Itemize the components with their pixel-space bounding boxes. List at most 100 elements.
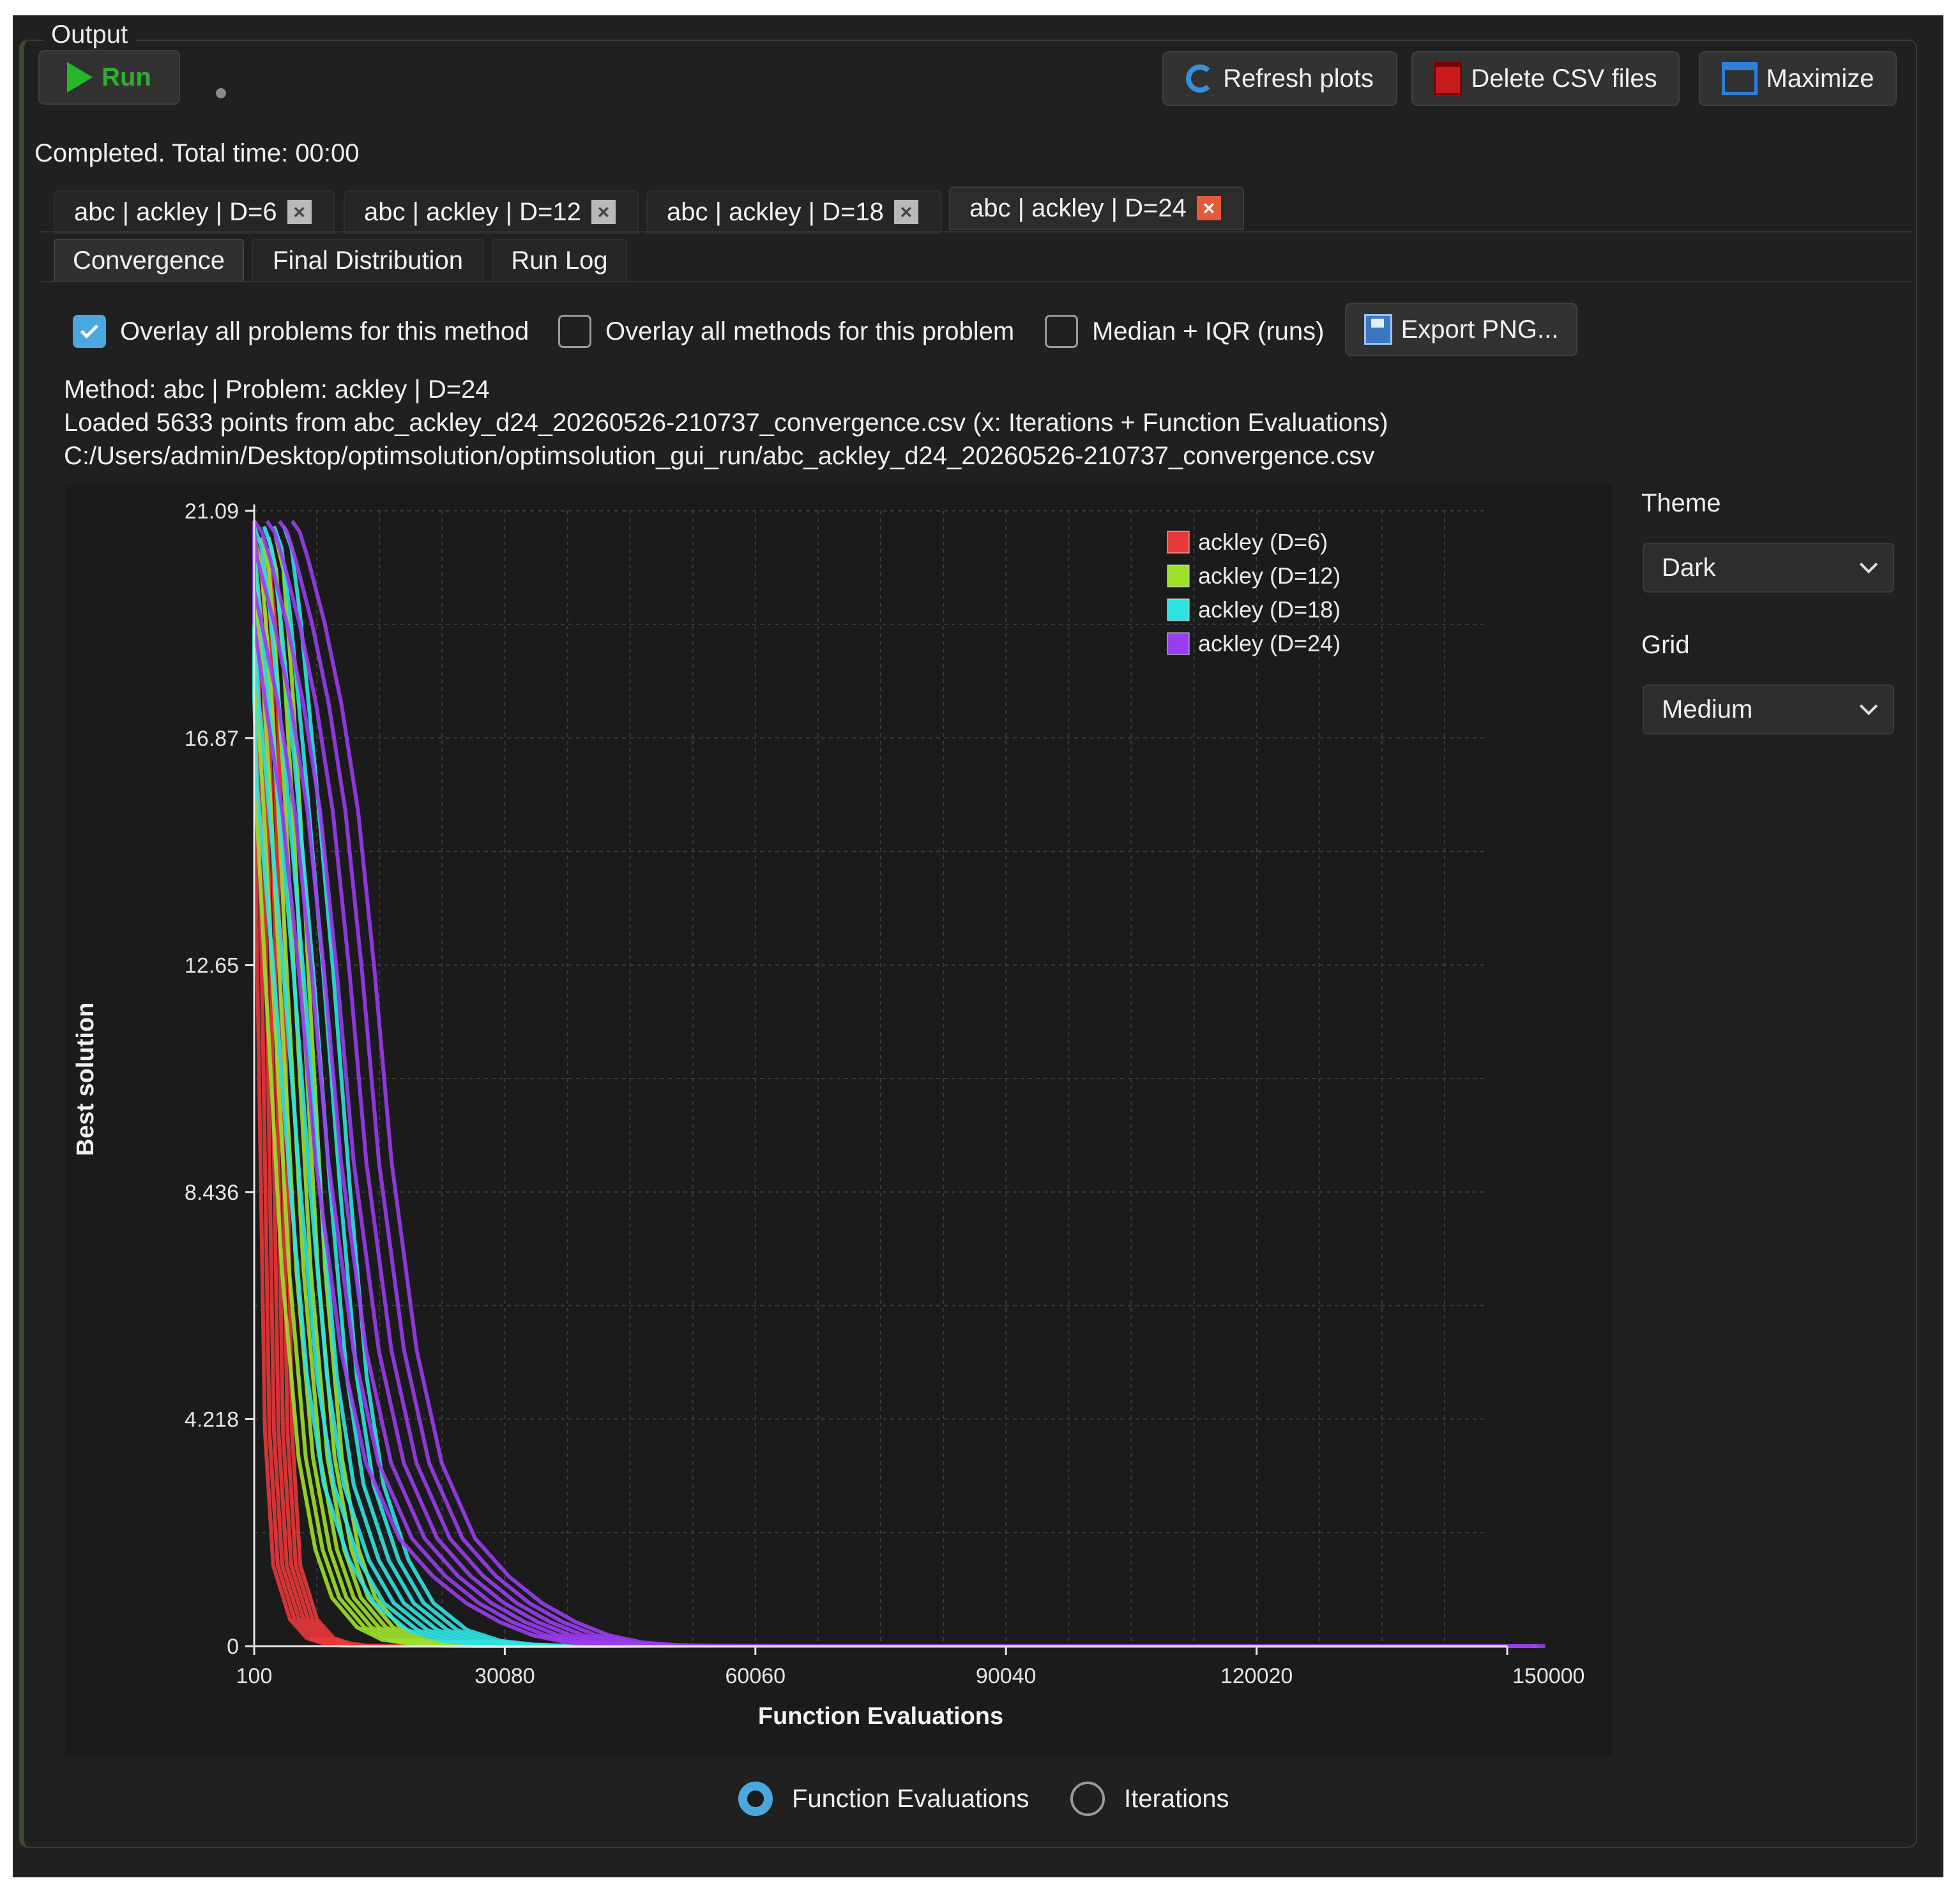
file-tab-d18[interactable]: abc | ackley | D=18 × (646, 190, 941, 234)
refresh-plots-button[interactable]: Refresh plots (1162, 51, 1397, 106)
tab-convergence[interactable]: Convergence (54, 239, 244, 282)
legend-label: ackley (D=6) (1198, 529, 1328, 555)
delete-csv-label: Delete CSV files (1471, 64, 1657, 93)
legend-swatch (1167, 531, 1190, 554)
completion-status: Completed. Total time: 00:00 (34, 139, 360, 167)
overlay-methods-checkbox[interactable] (558, 315, 591, 348)
overlay-methods-label: Overlay all methods for this problem (605, 317, 1015, 345)
x-tick-label: 90040 (976, 1664, 1037, 1688)
file-tab-d24[interactable]: abc | ackley | D=24 × (949, 186, 1244, 230)
y-tick-label: 0 (227, 1635, 239, 1659)
median-iqr-option[interactable]: Median + IQR (runs) (1045, 309, 1324, 354)
run-button[interactable]: Run (38, 50, 180, 105)
theme-select-value: Dark (1662, 553, 1716, 582)
iterations-option[interactable]: Iterations (1070, 1776, 1229, 1821)
tab-bar-divider (40, 231, 1912, 232)
series-line (252, 548, 1494, 1648)
x-tick-label: 60060 (726, 1664, 786, 1688)
series-line (252, 537, 1493, 1648)
output-group-title: Output (43, 20, 136, 49)
y-tick-label: 4.218 (185, 1407, 239, 1432)
overlay-methods-option[interactable]: Overlay all methods for this problem (558, 309, 1014, 354)
tab-run-log[interactable]: Run Log (492, 239, 627, 282)
series-line (252, 521, 1495, 1648)
export-png-button[interactable]: Export PNG... (1345, 303, 1577, 356)
close-icon[interactable]: × (591, 200, 616, 224)
trash-icon (1434, 62, 1462, 95)
series-line (252, 526, 1487, 1648)
series-line (278, 520, 1533, 1648)
series-line (252, 537, 1486, 1648)
chevron-down-icon (1859, 697, 1878, 716)
refresh-icon (1186, 64, 1215, 93)
convergence-chart: 0 4.218 8.436 12.65 16.87 21.09 100 30080 60060 9… (65, 485, 1612, 1757)
series-line (252, 548, 1498, 1648)
close-icon[interactable]: × (1196, 196, 1221, 220)
legend-swatch (1167, 598, 1190, 621)
y-tick-label: 8.436 (185, 1181, 239, 1205)
export-png-label: Export PNG... (1401, 315, 1559, 344)
check-icon (80, 320, 99, 339)
play-icon (67, 62, 93, 93)
y-axis-title: Best solution (72, 1003, 99, 1156)
close-icon[interactable]: × (893, 200, 918, 224)
function-evaluations-label: Function Evaluations (792, 1784, 1029, 1813)
series-line (273, 536, 1529, 1648)
grid-select[interactable]: Medium (1643, 685, 1894, 734)
legend-swatch (1167, 632, 1190, 655)
sub-tab-divider (40, 281, 1912, 282)
chevron-down-icon (1859, 555, 1878, 574)
series-line (252, 521, 1482, 1648)
x-tick-label: 120020 (1220, 1664, 1293, 1688)
iterations-radio[interactable] (1070, 1782, 1105, 1816)
run-button-label: Run (102, 63, 151, 91)
series-line (257, 547, 1512, 1648)
series-line (265, 520, 1520, 1648)
file-tab-label: abc | ackley | D=12 (364, 197, 581, 226)
series-line (272, 526, 1528, 1648)
y-tick-label: 12.65 (185, 954, 239, 978)
window-icon (1721, 62, 1758, 95)
theme-label: Theme (1641, 489, 1721, 517)
file-tab-d12[interactable]: abc | ackley | D=12 × (344, 190, 639, 234)
series-line (252, 526, 1498, 1648)
iterations-label: Iterations (1124, 1784, 1229, 1813)
legend-swatch (1167, 564, 1190, 587)
grid-label: Grid (1641, 631, 1690, 659)
y-tick-label: 16.87 (185, 727, 239, 751)
overlay-problems-label: Overlay all problems for this method (120, 317, 529, 345)
file-tab-label: abc | ackley | D=18 (667, 197, 884, 226)
file-tab-label: abc | ackley | D=6 (74, 197, 277, 226)
series-line (252, 548, 1503, 1648)
theme-select[interactable]: Dark (1643, 543, 1894, 593)
method-info: Method: abc | Problem: ackley | D=24 (64, 375, 490, 404)
overlay-problems-option[interactable]: Overlay all problems for this method (73, 309, 529, 354)
delete-csv-button[interactable]: Delete CSV files (1411, 51, 1680, 106)
run-status-indicator (216, 88, 226, 98)
tab-final-distribution[interactable]: Final Distribution (252, 239, 484, 282)
refresh-plots-label: Refresh plots (1223, 64, 1374, 93)
x-tick-label: 100 (236, 1664, 273, 1688)
median-iqr-label: Median + IQR (runs) (1092, 317, 1325, 345)
median-iqr-checkbox[interactable] (1045, 315, 1078, 348)
save-icon (1364, 314, 1392, 345)
overlay-problems-checkbox[interactable] (73, 315, 106, 348)
maximize-label: Maximize (1766, 64, 1874, 93)
function-evaluations-radio[interactable] (738, 1782, 773, 1816)
series-line (266, 536, 1522, 1648)
x-tick-label: 30080 (475, 1664, 535, 1688)
file-tab-d6[interactable]: abc | ackley | D=6 × (54, 190, 335, 234)
legend-label: ackley (D=24) (1198, 630, 1341, 656)
x-axis-title: Function Evaluations (758, 1703, 1003, 1730)
series-line (282, 526, 1537, 1648)
file-tab-label: abc | ackley | D=24 (969, 193, 1187, 222)
legend-label: ackley (D=18) (1198, 596, 1341, 623)
y-tick-label: 21.09 (185, 499, 239, 524)
grid-select-value: Medium (1662, 695, 1753, 723)
close-icon[interactable]: × (287, 200, 312, 224)
function-evaluations-option[interactable]: Function Evaluations (738, 1776, 1029, 1821)
maximize-button[interactable]: Maximize (1699, 51, 1897, 106)
convergence-chart-svg: 0 4.218 8.436 12.65 16.87 21.09 100 30080 60060 9… (72, 499, 1584, 1730)
series-line (290, 520, 1546, 1648)
legend-label: ackley (D=12) (1198, 563, 1341, 589)
